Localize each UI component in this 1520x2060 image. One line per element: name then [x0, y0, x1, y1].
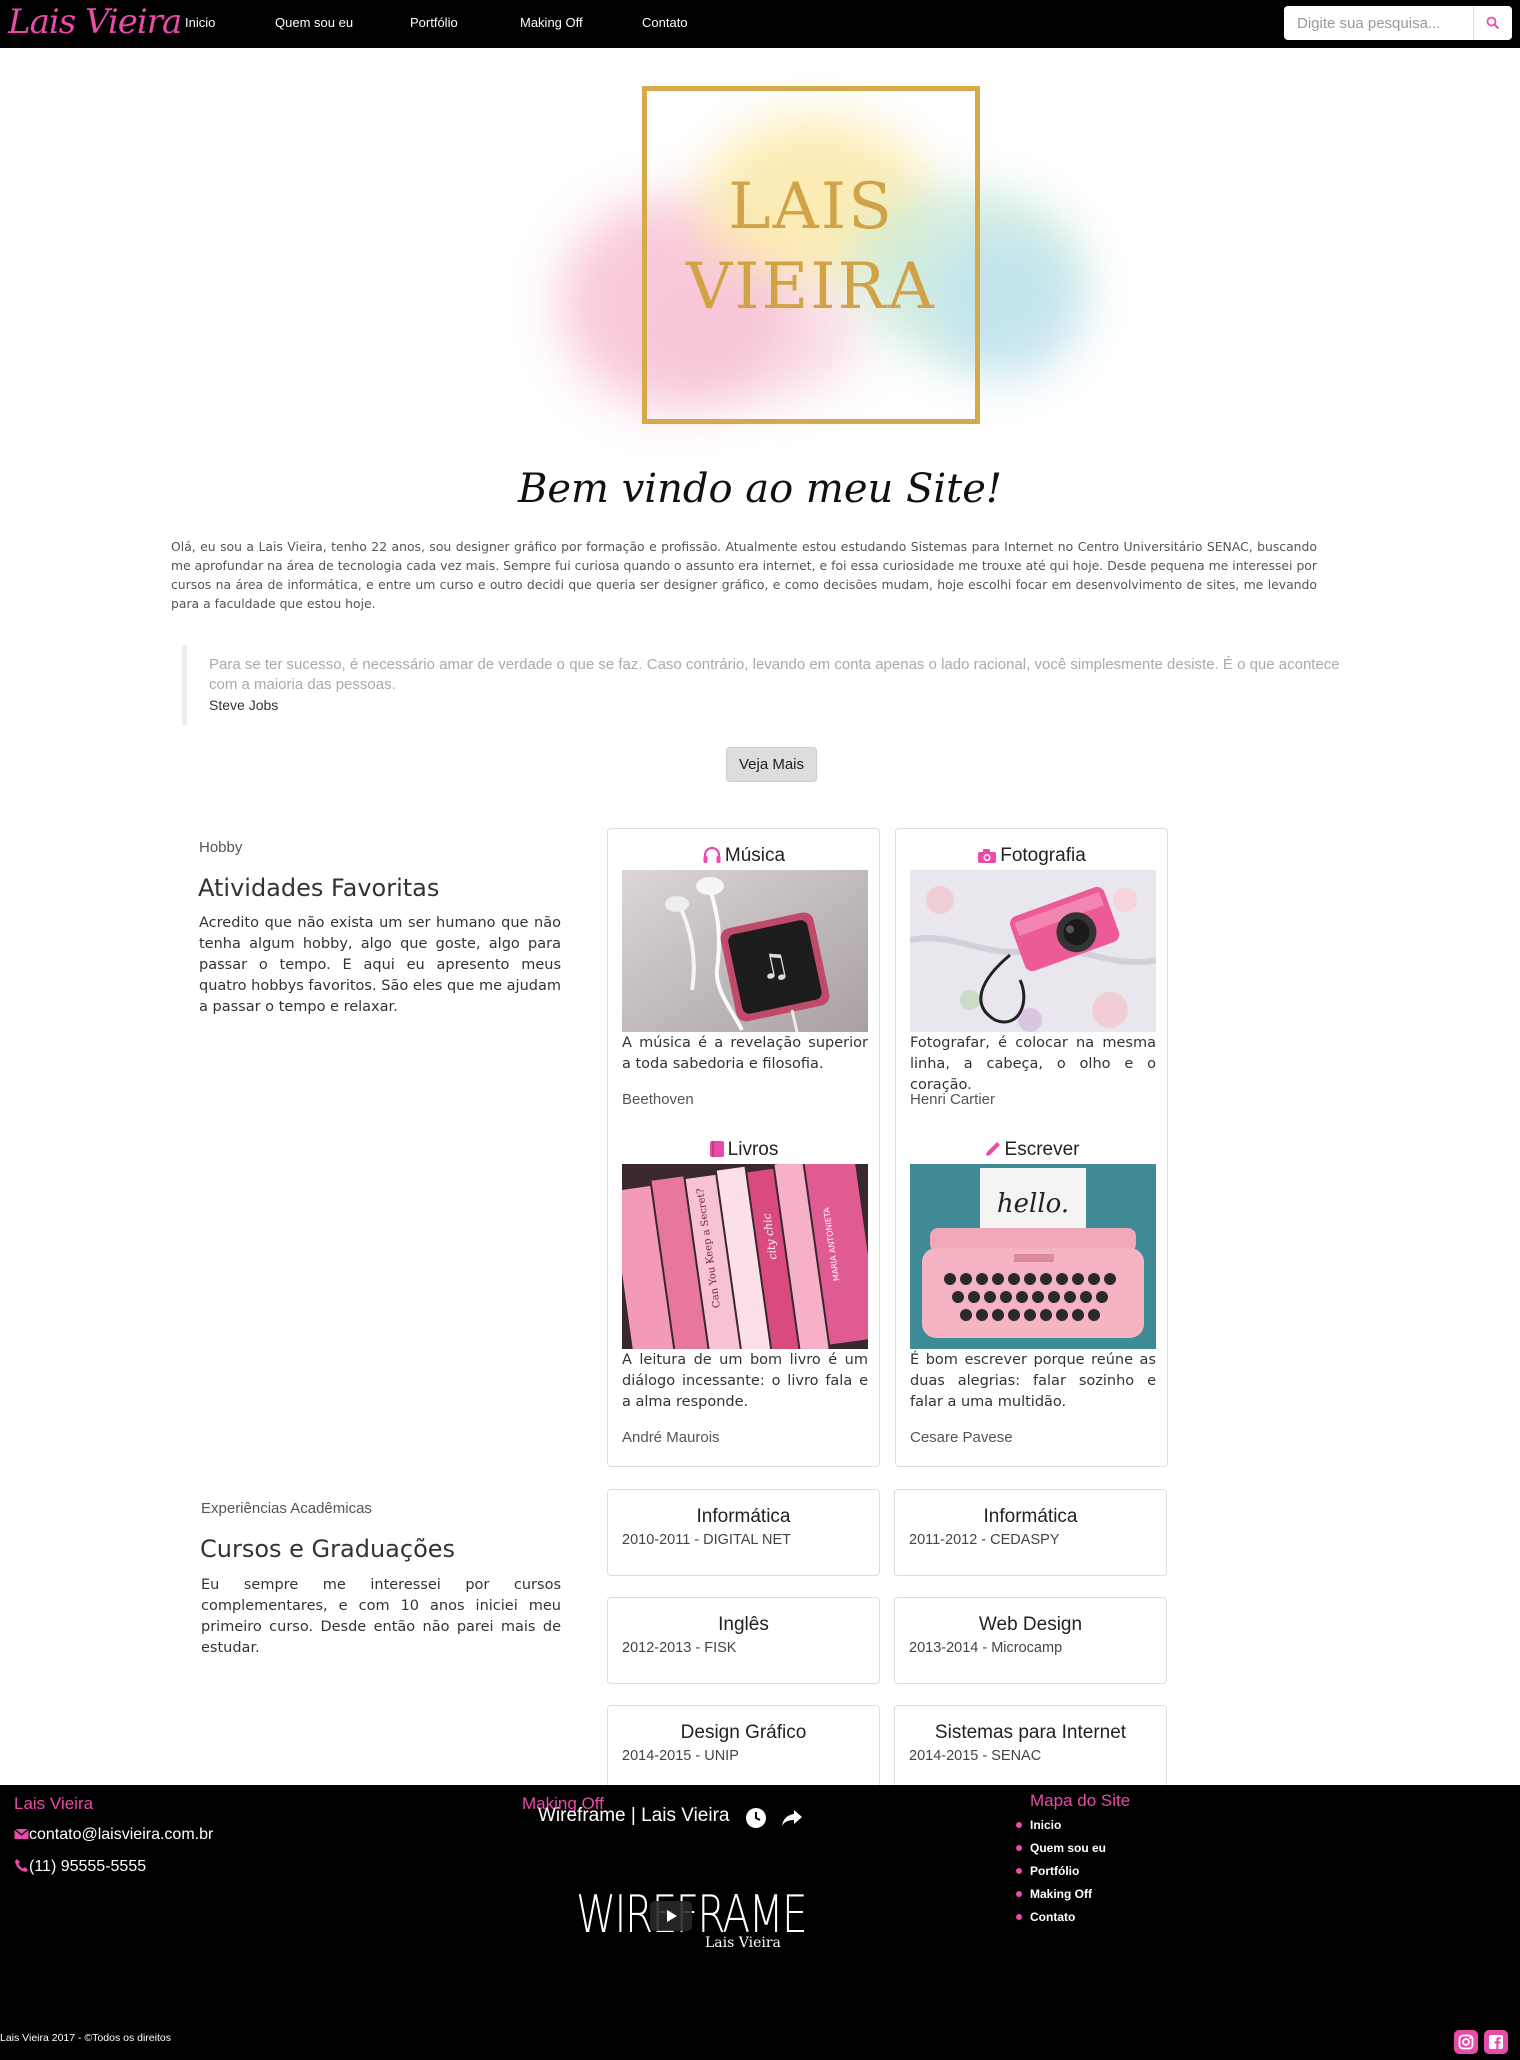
veja-mais-button[interactable]: Veja Mais [726, 747, 817, 782]
search-button[interactable] [1473, 6, 1512, 40]
sitemap-link-making-off[interactable]: Making Off [1016, 1887, 1092, 1901]
typewriter-photo: hello. [910, 1164, 1156, 1349]
instagram-button[interactable] [1454, 2030, 1478, 2054]
card-title: Fotografia [1000, 845, 1086, 866]
hobby-card-musica: Música ♫ A música é a revelação superior… [607, 828, 880, 1128]
course-subtitle: 2013-2014 - Microcamp [909, 1640, 1063, 1656]
brand-logo[interactable]: Lais Vieira [8, 2, 182, 42]
blockquote: Para se ter sucesso, é necessário amar d… [182, 645, 1342, 725]
footer: Lais Vieira contato@laisvieira.com.br (1… [0, 1785, 1520, 2060]
search-icon [1486, 16, 1500, 30]
play-icon [667, 1910, 677, 1922]
footer-contact-title: Lais Vieira [14, 1794, 94, 1813]
course-card: Inglês 2012-2013 - FISK [607, 1597, 880, 1684]
course-title: Web Design [978, 1614, 1083, 1635]
quote-author: Steve Jobs [209, 697, 279, 713]
instagram-icon [1458, 2034, 1474, 2050]
copyright-text: Lais Vieira 2017 - ©Todos os direitos [0, 2032, 171, 2044]
facebook-button[interactable] [1484, 2030, 1508, 2054]
course-title: Sistemas para Internet [934, 1722, 1127, 1743]
clock-icon[interactable] [745, 1807, 767, 1829]
phone-icon [15, 1859, 28, 1872]
sitemap-link-contato[interactable]: Contato [1015, 1910, 1075, 1924]
nav-link-contato[interactable]: Contato [642, 15, 688, 30]
facebook-icon [1489, 2035, 1503, 2049]
course-card: Design Gráfico 2014-2015 - UNIP [607, 1705, 880, 1792]
typewriter-note: hello. [997, 1189, 1069, 1219]
card-text: A leitura de um bom livro é um diálogo i… [622, 1352, 868, 1410]
card-author: Cesare Pavese [910, 1429, 1013, 1446]
hobby-text: Acredito que não exista um ser humano qu… [199, 915, 561, 1015]
hero-logo: LAIS VIEIRA [550, 78, 1120, 438]
navbar: Lais Vieira Inicio Quem sou eu Portfólio… [0, 0, 1520, 48]
search-box [1284, 6, 1512, 40]
card-title: Escrever [1004, 1139, 1080, 1160]
quote-text: Para se ter sucesso, é necessário amar d… [209, 656, 1340, 693]
course-subtitle: 2011-2012 - CEDASPY [909, 1532, 1060, 1548]
music-photo: ♫ [622, 870, 868, 1032]
course-subtitle: 2010-2011 - DIGITAL NET [622, 1532, 791, 1548]
search-input[interactable] [1284, 6, 1473, 40]
nav-link-making-off[interactable]: Making Off [520, 15, 583, 30]
course-title: Informática [983, 1506, 1078, 1527]
card-title: Música [724, 845, 786, 866]
logo-line1: LAIS [728, 170, 894, 244]
card-author: Beethoven [622, 1091, 694, 1108]
logo-line2: VIEIRA [686, 250, 936, 324]
nav-link-portfolio[interactable]: Portfólio [410, 15, 458, 30]
video-title: Wireframe | Lais Vieira [538, 1805, 730, 1826]
course-card: Sistemas para Internet 2014-2015 - SENAC [894, 1705, 1167, 1792]
course-card: Informática 2010-2011 - DIGITAL NET [607, 1489, 880, 1576]
video-thumbnail-sub: Lais Vieira [705, 1935, 781, 1951]
hobby-card-escrever: Escrever hello. É bom escrever porque re… [895, 1123, 1168, 1467]
nav-link-quem-sou-eu[interactable]: Quem sou eu [275, 15, 353, 30]
sitemap-link-portfolio[interactable]: Portfólio [1015, 1864, 1079, 1878]
course-title: Design Gráfico [680, 1722, 807, 1743]
course-card: Informática 2011-2012 - CEDASPY [894, 1489, 1167, 1576]
footer-phone[interactable]: (11) 95555-5555 [14, 1858, 146, 1876]
course-card: Web Design 2013-2014 - Microcamp [894, 1597, 1167, 1684]
card-text: É bom escrever porque reúne as duas aleg… [910, 1352, 1156, 1410]
academic-label: Experiências Acadêmicas [201, 1500, 372, 1517]
pencil-icon [985, 1142, 1000, 1156]
video-embed[interactable]: Wireframe | Lais Vieira WIREFRAME Lais V… [522, 1785, 822, 2025]
course-subtitle: 2012-2013 - FISK [622, 1640, 737, 1656]
envelope-icon [14, 1828, 29, 1839]
academic-title: Cursos e Graduações [200, 1535, 456, 1563]
camera-photo [910, 870, 1156, 1032]
card-author: André Maurois [622, 1429, 720, 1446]
hobby-card-livros: Livros Can You Keep a Secret? city chic … [607, 1123, 880, 1467]
sitemap-link-inicio[interactable]: Inicio [1015, 1818, 1061, 1832]
course-subtitle: 2014-2015 - SENAC [909, 1748, 1042, 1764]
footer-map-title: Mapa do Site [1030, 1791, 1131, 1810]
card-text: Fotografar, é colocar na mesma linha, a … [910, 1035, 1156, 1093]
footer-email[interactable]: contato@laisvieira.com.br [14, 1826, 213, 1844]
academic-text: Eu sempre me interessei por cursos compl… [201, 1577, 561, 1656]
intro-paragraph: Olá, eu sou a Lais Vieira, tenho 22 anos… [171, 539, 1317, 611]
book-icon [709, 1141, 724, 1157]
hobby-label: Hobby [199, 839, 243, 856]
camera-icon [978, 849, 997, 863]
share-icon[interactable] [781, 1808, 803, 1828]
course-subtitle: 2014-2015 - UNIP [622, 1748, 739, 1764]
sitemap-link-quem-sou-eu[interactable]: Quem sou eu [1015, 1841, 1106, 1855]
welcome-title: Bem vindo ao meu Site! [517, 466, 1002, 512]
headphones-icon [703, 846, 721, 863]
card-title: Livros [727, 1139, 779, 1160]
books-photo: Can You Keep a Secret? city chic MARIA A… [622, 1164, 868, 1349]
play-button[interactable] [650, 1901, 692, 1931]
course-title: Informática [696, 1506, 791, 1527]
card-author: Henri Cartier [910, 1091, 996, 1108]
hobby-card-fotografia: Fotografia Fotografar, é colocar na mesm… [895, 828, 1168, 1128]
hobby-title: Atividades Favoritas [198, 874, 440, 902]
nav-link-inicio[interactable]: Inicio [185, 15, 215, 30]
card-text: A música é a revelação superior a toda s… [622, 1035, 868, 1072]
course-title: Inglês [718, 1614, 769, 1635]
